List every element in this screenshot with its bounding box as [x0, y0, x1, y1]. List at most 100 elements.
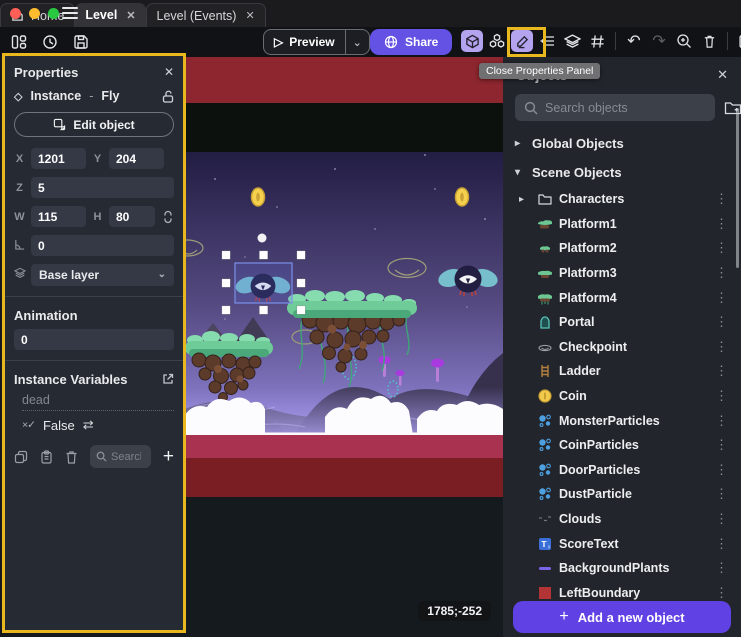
minimize-window-button[interactable] [29, 8, 40, 19]
grid-icon[interactable] [586, 30, 608, 52]
kebab-menu-icon[interactable]: ⋮ [712, 536, 731, 552]
object-list-item[interactable]: Platform3 ⋮ [503, 261, 741, 286]
object-list-item[interactable]: Platform1 ⋮ [503, 212, 741, 237]
object-list-item[interactable]: ▸ Characters ⋮ [503, 187, 741, 212]
kebab-menu-icon[interactable]: ⋮ [712, 585, 731, 601]
object-list-item[interactable]: CoinParticles ⋮ [503, 433, 741, 458]
object-list-item[interactable]: DustParticle ⋮ [503, 482, 741, 507]
main-menu-icon[interactable] [62, 7, 78, 19]
zoom-in-icon[interactable] [673, 30, 695, 52]
aspect-ratio-link-icon[interactable] [163, 210, 173, 224]
panels-layout-icon[interactable] [8, 31, 30, 53]
unlock-icon[interactable] [162, 90, 174, 103]
paste-icon[interactable] [40, 450, 53, 464]
coin[interactable] [456, 188, 469, 206]
kebab-menu-icon[interactable]: ⋮ [712, 363, 731, 379]
object-list-item[interactable]: Platform2 ⋮ [503, 236, 741, 261]
tab-level-events[interactable]: Level (Events) ✕ [146, 3, 266, 27]
variable-value[interactable]: False [43, 418, 75, 433]
kebab-menu-icon[interactable]: ⋮ [712, 511, 731, 527]
kebab-menu-icon[interactable]: ⋮ [712, 560, 731, 576]
preview-button[interactable]: ▷ Preview ⌄ [263, 29, 370, 55]
notes-edit-icon[interactable] [735, 30, 741, 52]
layer-value: Base layer [39, 268, 99, 282]
width-field[interactable] [31, 206, 86, 227]
edit-object-button[interactable]: Edit object [14, 112, 174, 137]
kebab-menu-icon[interactable]: ⋮ [712, 413, 731, 429]
object-list-item[interactable]: Ladder ⋮ [503, 359, 741, 384]
x-field[interactable] [31, 148, 86, 169]
layer-select[interactable]: Base layer ⌄ [31, 264, 174, 286]
angle-field[interactable] [31, 235, 174, 256]
object-list-item[interactable]: DoorParticles ⋮ [503, 458, 741, 483]
coin[interactable] [252, 188, 265, 206]
close-objects-icon[interactable]: ✕ [717, 67, 728, 83]
object-groups-icon[interactable] [486, 30, 508, 52]
kebab-menu-icon[interactable]: ⋮ [712, 314, 731, 330]
height-field[interactable] [109, 206, 155, 227]
share-button[interactable]: Share [370, 29, 452, 55]
undo-icon[interactable]: ↶ [623, 30, 645, 52]
close-tab-icon[interactable]: ✕ [243, 9, 254, 22]
object-list-item[interactable]: MonsterParticles ⋮ [503, 408, 741, 433]
platform1-icon [536, 215, 553, 232]
copy-icon[interactable] [14, 450, 28, 464]
close-window-button[interactable] [10, 8, 21, 19]
caret-right-icon[interactable]: ▸ [519, 194, 530, 205]
object-list-item[interactable]: Portal ⋮ [503, 310, 741, 335]
objects-search[interactable] [515, 94, 715, 121]
z-field[interactable] [31, 177, 174, 198]
object-list-item[interactable]: Platform4 ⋮ [503, 285, 741, 310]
open-variables-editor-icon[interactable] [162, 373, 174, 385]
3d-view-icon[interactable] [461, 30, 483, 52]
close-properties-icon[interactable]: ✕ [164, 65, 174, 79]
objects-scrollbar[interactable] [736, 108, 739, 268]
kebab-menu-icon[interactable]: ⋮ [712, 191, 731, 207]
edit-scene-pencil-icon[interactable] [511, 30, 533, 52]
group-scene-objects[interactable]: ▾ Scene Objects [503, 158, 741, 187]
kebab-menu-icon[interactable]: ⋮ [712, 216, 731, 232]
kebab-menu-icon[interactable]: ⋮ [712, 339, 731, 355]
object-list-item[interactable]: Tx ScoreText ⋮ [503, 531, 741, 556]
kebab-menu-icon[interactable]: ⋮ [712, 486, 731, 502]
kebab-menu-icon[interactable]: ⋮ [712, 437, 731, 453]
add-variable-button[interactable]: + [163, 447, 174, 466]
close-tab-icon[interactable]: ✕ [124, 9, 135, 22]
animation-field[interactable] [14, 329, 174, 350]
delete-icon[interactable] [698, 30, 720, 52]
object-item-label: Ladder [559, 364, 706, 378]
add-new-object-button[interactable]: + Add a new object [513, 601, 731, 633]
zoom-window-button[interactable] [48, 8, 59, 19]
history-clock-icon[interactable] [39, 31, 61, 53]
instances-list-icon[interactable] [536, 30, 558, 52]
object-list-item[interactable]: Coin ⋮ [503, 384, 741, 409]
trash-icon[interactable] [65, 450, 78, 464]
save-icon[interactable] [70, 31, 92, 53]
layer-icon [14, 267, 26, 279]
object-item-label: Portal [559, 315, 706, 329]
kebab-menu-icon[interactable]: ⋮ [712, 290, 731, 306]
instance-label: Instance [30, 89, 81, 103]
kebab-menu-icon[interactable]: ⋮ [712, 462, 731, 478]
object-list-item[interactable]: BackgroundPlants ⋮ [503, 556, 741, 581]
tab-level[interactable]: Level ✕ [75, 3, 145, 27]
layers-icon[interactable] [561, 30, 583, 52]
toggle-value-icon[interactable]: ⇄ [83, 417, 94, 433]
group-label: Scene Objects [532, 165, 622, 180]
redo-icon[interactable]: ↷ [648, 30, 670, 52]
kebab-menu-icon[interactable]: ⋮ [712, 265, 731, 281]
variables-search[interactable] [90, 445, 151, 468]
object-list-item[interactable]: Checkpoint ⋮ [503, 335, 741, 360]
variable-name[interactable]: dead [22, 393, 174, 411]
y-field[interactable] [109, 148, 164, 169]
objects-search-input[interactable] [545, 101, 706, 115]
object-list-item[interactable]: Clouds ⋮ [503, 507, 741, 532]
clouds-icon [536, 511, 553, 528]
kebab-menu-icon[interactable]: ⋮ [712, 240, 731, 256]
particles-icon [536, 461, 553, 478]
variables-search-input[interactable] [111, 451, 141, 463]
kebab-menu-icon[interactable]: ⋮ [712, 388, 731, 404]
preview-dropdown[interactable]: ⌄ [345, 30, 369, 54]
scene-canvas[interactable]: 1785;-252 [185, 57, 503, 637]
group-global-objects[interactable]: ▸ Global Objects [503, 129, 741, 158]
